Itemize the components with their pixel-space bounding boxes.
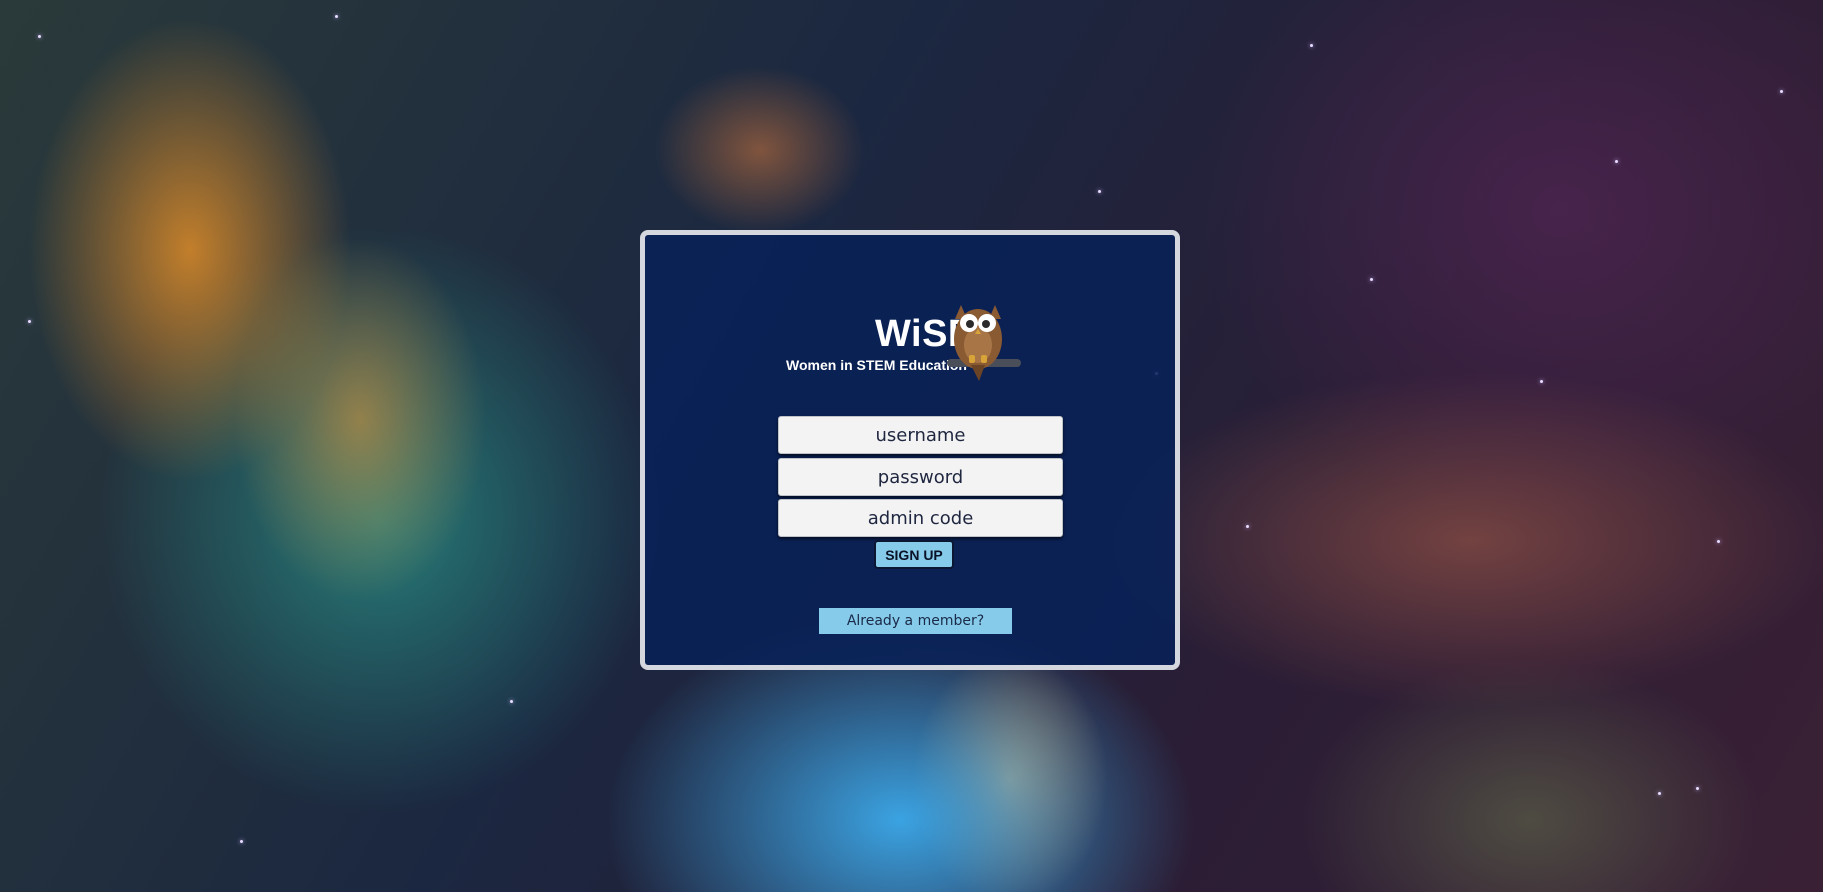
signup-panel: WiSE Women in STEM Education SIGN UP Alr… — [640, 230, 1180, 670]
signup-button[interactable]: SIGN UP — [874, 540, 954, 569]
admin-code-input[interactable] — [778, 499, 1063, 537]
already-member-link[interactable]: Already a member? — [819, 608, 1012, 634]
space-background: { "brand": { "title": "WiSE", "subtitle"… — [0, 0, 1823, 892]
logo-subtitle: Women in STEM Education — [786, 357, 967, 373]
password-input[interactable] — [778, 458, 1063, 496]
username-input[interactable] — [778, 416, 1063, 454]
owl-icon — [947, 305, 1021, 381]
logo: WiSE Women in STEM Education — [645, 297, 1175, 387]
